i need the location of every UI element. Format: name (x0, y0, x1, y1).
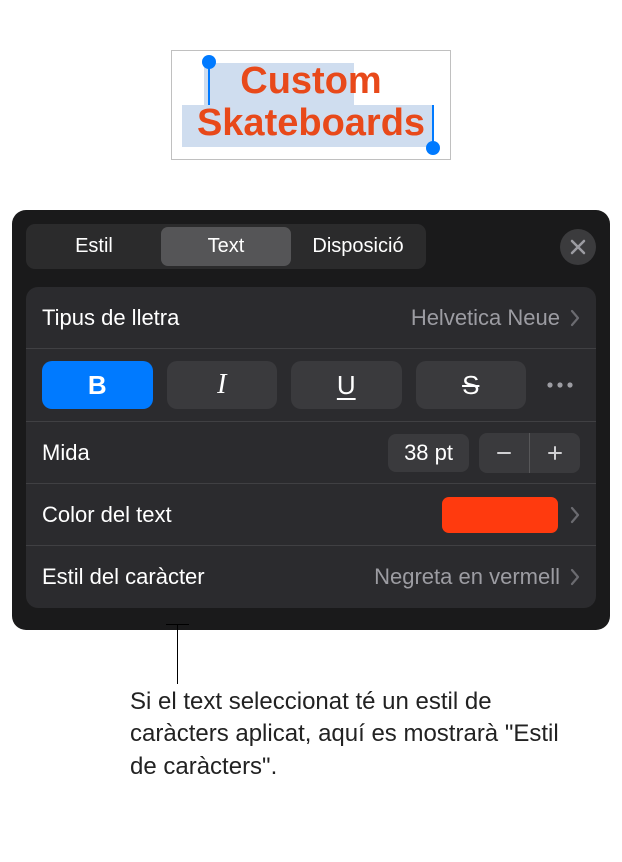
character-style-row[interactable]: Estil del caràcter Negreta en vermell (26, 546, 596, 608)
size-label: Mida (42, 440, 388, 466)
tab-style[interactable]: Estil (29, 227, 159, 266)
text-line: Skateboards (197, 102, 425, 144)
italic-icon: I (217, 369, 226, 401)
color-swatch[interactable] (442, 497, 558, 533)
text-line: Custom (240, 60, 381, 102)
text-color-label: Color del text (42, 502, 442, 528)
size-stepper (479, 433, 580, 473)
strikethrough-icon: S (462, 370, 479, 401)
font-label: Tipus de lletra (42, 305, 411, 331)
character-style-label: Estil del caràcter (42, 564, 374, 590)
plus-icon (546, 444, 564, 462)
format-tabs: Estil Text Disposició (26, 224, 426, 269)
close-icon (570, 239, 586, 255)
close-button[interactable] (560, 229, 596, 265)
tab-text[interactable]: Text (161, 227, 291, 266)
tab-layout[interactable]: Disposició (293, 227, 423, 266)
more-options-button[interactable] (540, 381, 580, 389)
selection-handle-end[interactable] (426, 141, 440, 155)
callout-text: Si el text seleccionat té un estil de ca… (130, 686, 592, 783)
size-value[interactable]: 38 pt (388, 434, 469, 472)
style-buttons-row: B I U S (26, 349, 596, 422)
chevron-right-icon (570, 309, 580, 327)
bold-icon: B (88, 370, 107, 401)
panel-header: Estil Text Disposició (26, 224, 596, 269)
settings-list: Tipus de lletra Helvetica Neue B I U S (26, 287, 596, 608)
callout-leader-line (177, 624, 178, 684)
strikethrough-button[interactable]: S (416, 361, 527, 409)
size-increase-button[interactable] (530, 433, 580, 473)
size-row: Mida 38 pt (26, 422, 596, 484)
underline-icon: U (337, 370, 356, 401)
character-style-value: Negreta en vermell (374, 564, 560, 590)
font-value: Helvetica Neue (411, 305, 560, 331)
font-row[interactable]: Tipus de lletra Helvetica Neue (26, 287, 596, 349)
text-frame[interactable]: Custom Skateboards (171, 50, 451, 160)
bold-button[interactable]: B (42, 361, 153, 409)
selection-handle-start[interactable] (202, 55, 216, 69)
ellipsis-icon (546, 381, 574, 389)
selected-text[interactable]: Custom Skateboards (182, 61, 440, 145)
chevron-right-icon (570, 506, 580, 524)
text-color-row[interactable]: Color del text (26, 484, 596, 546)
chevron-right-icon (570, 568, 580, 586)
size-controls: 38 pt (388, 433, 580, 473)
underline-button[interactable]: U (291, 361, 402, 409)
minus-icon (495, 444, 513, 462)
format-panel: Estil Text Disposició Tipus de lletra He… (12, 210, 610, 630)
italic-button[interactable]: I (167, 361, 278, 409)
size-decrease-button[interactable] (479, 433, 529, 473)
